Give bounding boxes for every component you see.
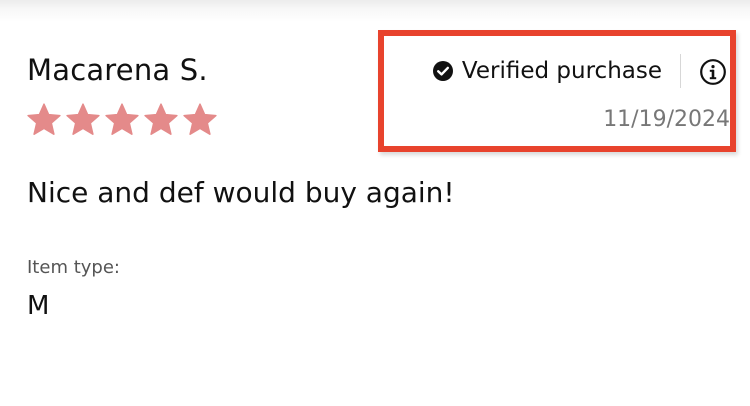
star-icon	[104, 102, 140, 138]
star-icon	[26, 102, 62, 138]
reviewer-name: Macarena S.	[27, 53, 208, 87]
star-icon	[182, 102, 218, 138]
star-icon	[65, 102, 101, 138]
item-type-value: M	[27, 291, 50, 321]
item-type-label: Item type:	[27, 257, 120, 278]
review-text: Nice and def would buy again!	[27, 176, 455, 209]
top-shadow	[0, 0, 750, 22]
star-icon	[143, 102, 179, 138]
star-rating	[26, 102, 218, 142]
highlight-annotation-box	[378, 30, 736, 152]
